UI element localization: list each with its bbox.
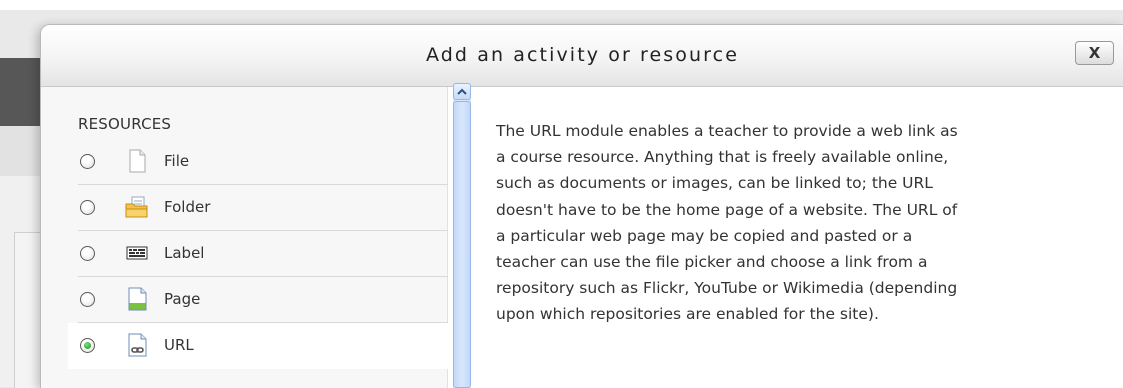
- option-label: Folder: [164, 198, 211, 216]
- option-page[interactable]: Page: [68, 277, 448, 323]
- file-icon: [129, 149, 146, 173]
- option-label: Page: [164, 290, 201, 308]
- folder-icon: [125, 196, 148, 218]
- close-button[interactable]: X: [1075, 41, 1114, 65]
- scroll-up-button[interactable]: [453, 83, 471, 100]
- option-label: URL: [164, 336, 194, 354]
- description-line: repository such as Flickr, YouTube or Wi…: [496, 279, 958, 298]
- options-list: RESOURCES File Folder Label Page URL: [41, 87, 448, 388]
- dialog-title: Add an activity or resource: [426, 44, 739, 66]
- label-icon: [126, 246, 148, 260]
- description-line: such as documents or images, can be link…: [496, 174, 933, 193]
- description-line: a course resource. Anything that is free…: [496, 148, 949, 167]
- radio-page[interactable]: [80, 292, 95, 307]
- options-scrollbar[interactable]: [453, 83, 471, 388]
- radio-selected-dot: [84, 342, 91, 349]
- radio-folder[interactable]: [80, 200, 95, 215]
- scroll-thumb[interactable]: [453, 101, 471, 388]
- dialog-header: Add an activity or resource X: [41, 25, 1123, 87]
- radio-url[interactable]: [80, 338, 95, 353]
- description-line: a particular web page may be copied and …: [496, 226, 913, 245]
- radio-label[interactable]: [80, 246, 95, 261]
- option-url[interactable]: URL: [68, 323, 448, 369]
- description-line: The URL module enables a teacher to prov…: [496, 122, 958, 140]
- description-line: upon which repositories are enabled for …: [496, 305, 879, 324]
- option-label[interactable]: Label: [68, 231, 448, 277]
- option-label: Label: [164, 244, 205, 262]
- description-line: doesn't have to be the home page of a we…: [496, 200, 958, 219]
- section-title-resources: RESOURCES: [78, 115, 172, 133]
- radio-file[interactable]: [80, 154, 95, 169]
- close-icon: X: [1088, 44, 1101, 62]
- page-backdrop-top: [0, 0, 1123, 10]
- page-icon: [128, 287, 147, 311]
- option-folder[interactable]: Folder: [68, 185, 448, 231]
- url-icon: [128, 333, 147, 357]
- description-line: teacher can use the file picker and choo…: [496, 253, 928, 272]
- chevron-up-icon: [457, 88, 467, 95]
- module-description: The URL module enables a teacher to prov…: [496, 118, 1116, 328]
- option-file[interactable]: File: [68, 139, 448, 185]
- add-activity-dialog: Add an activity or resource X RESOURCES …: [40, 24, 1123, 388]
- option-label: File: [164, 152, 190, 170]
